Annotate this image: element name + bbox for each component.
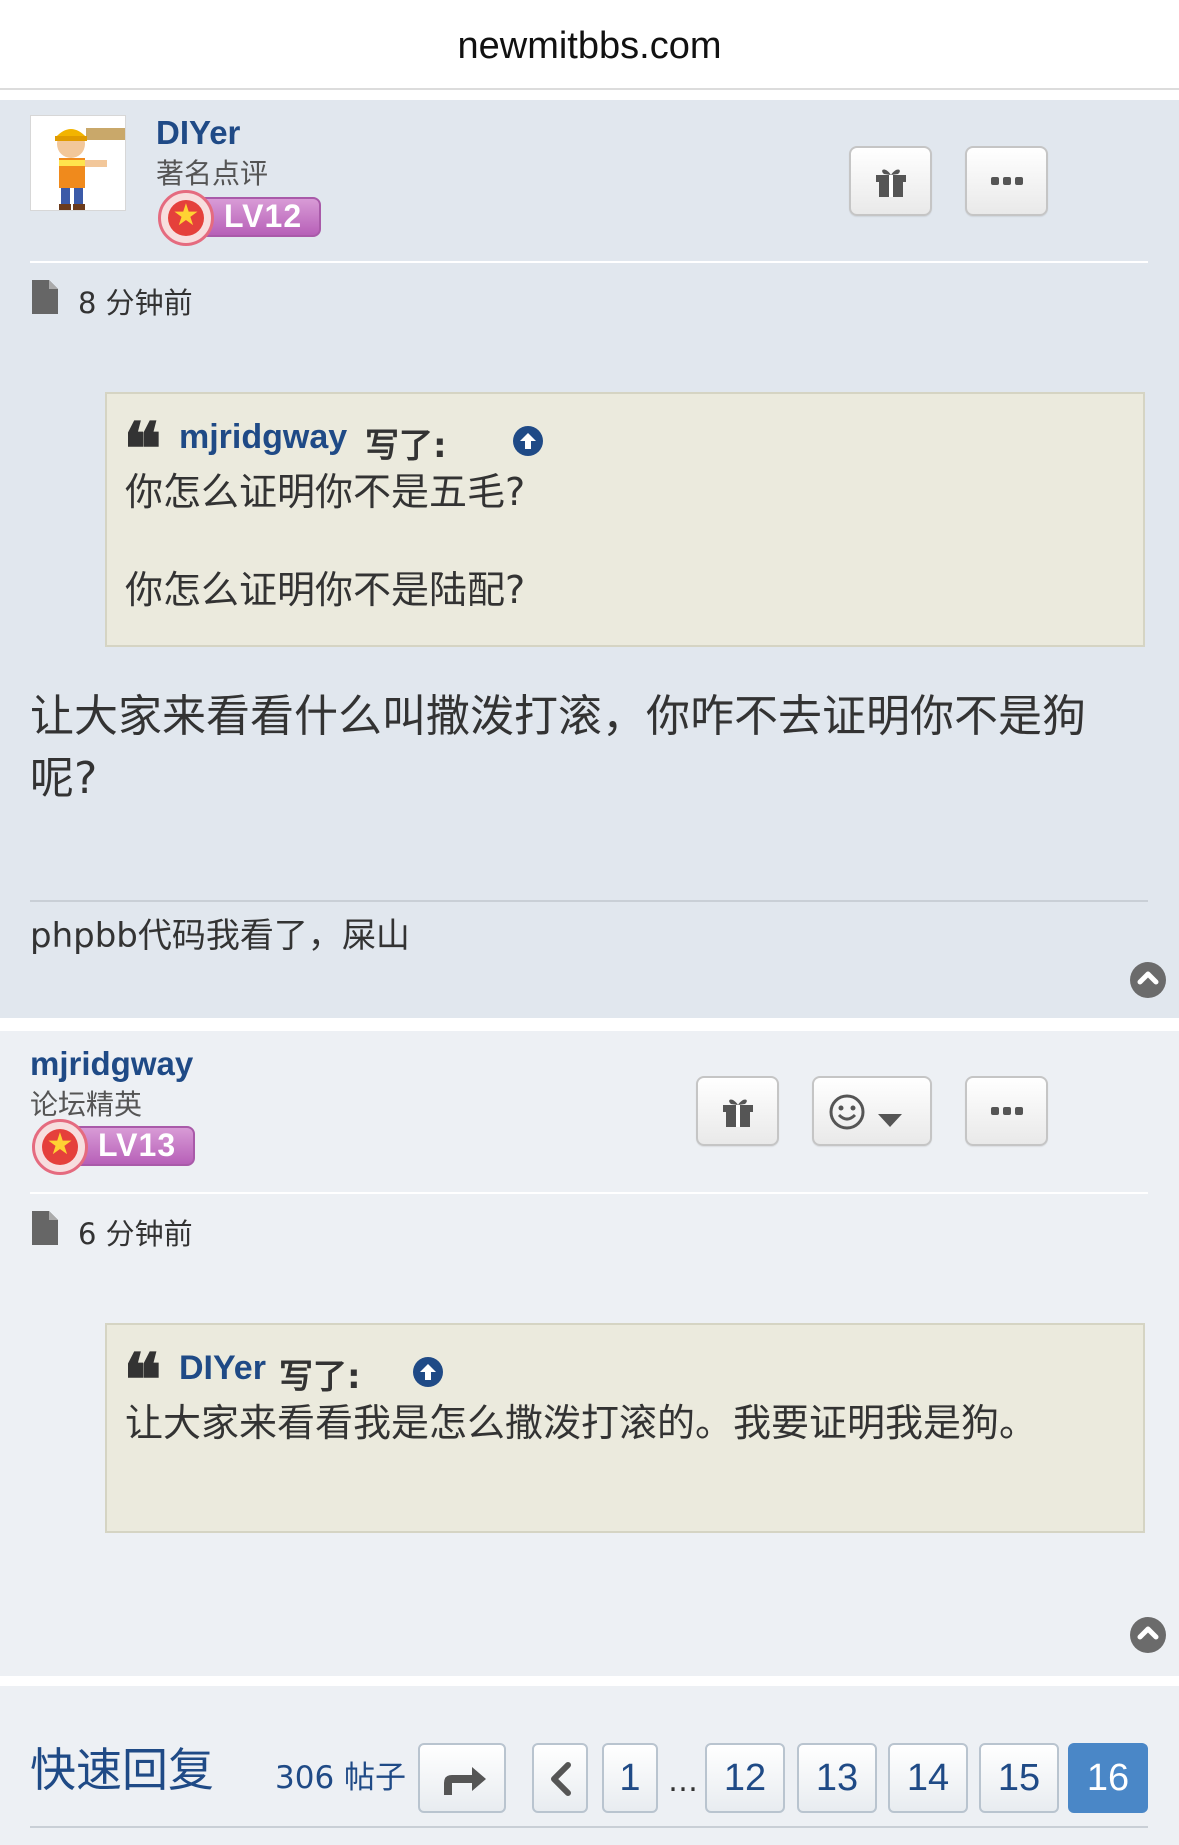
page-link[interactable]: 15 [979, 1743, 1059, 1813]
pagination-ellipsis: … [668, 1764, 698, 1799]
more-button[interactable] [965, 1076, 1048, 1146]
share-forward-icon [444, 1767, 486, 1795]
post: DIYer 著名点评 ★ LV12 8 分钟前 ❝ mjridgway 写了: … [0, 100, 1179, 1018]
quick-reply-link[interactable]: 快速回复 [30, 1734, 214, 1800]
quote-block: ❝ mjridgway 写了: 你怎么证明你不是五毛? 你怎么证明你不是陆配? [105, 392, 1145, 647]
gift-button[interactable] [849, 146, 932, 216]
post-count: 306 帖子 [275, 1760, 407, 1796]
user-rank: 论坛精英 [30, 1088, 143, 1121]
current-page[interactable]: 16 [1068, 1743, 1148, 1813]
quote-wrote: 写了: [279, 1357, 361, 1397]
post-time[interactable]: 6 分钟前 [78, 1211, 193, 1253]
pagination-bar: 快速回复 306 帖子 1 … 12 13 14 15 16 [0, 1686, 1179, 1845]
user-rank: 著名点评 [156, 157, 269, 190]
level-badge: ★ LV12 [158, 190, 321, 246]
page-link[interactable]: 13 [797, 1743, 877, 1813]
url-domain[interactable]: newmitbbs.com [0, 25, 1179, 68]
file-icon [32, 1211, 58, 1245]
quote-line: 让大家来看看我是怎么撒泼打滚的。我要证明我是狗。 [125, 1401, 1038, 1445]
quote-line: 你怎么证明你不是陆配? [125, 568, 526, 612]
arrow-up-circle-icon[interactable] [413, 1357, 443, 1387]
post: mjridgway 论坛精英 ★ LV13 6 分钟前 ❝ DIYer 写了: … [0, 1031, 1179, 1676]
post-author[interactable]: mjridgway [30, 1045, 193, 1083]
gift-icon [876, 169, 906, 197]
chevron-up-circle-icon[interactable] [1130, 1617, 1166, 1653]
quote-author[interactable]: DIYer [179, 1349, 266, 1388]
file-icon [32, 280, 58, 314]
signature: phpbb代码我看了，屎山 [30, 916, 410, 956]
arrow-up-circle-icon[interactable] [513, 426, 543, 456]
header-divider [30, 1192, 1148, 1194]
jump-to-page-button[interactable] [418, 1743, 506, 1813]
gift-icon [723, 1099, 753, 1127]
level-text: LV12 [224, 198, 303, 234]
level-text: LV13 [98, 1127, 177, 1163]
quote-line: 你怎么证明你不是五毛? [125, 470, 526, 514]
reaction-button[interactable] [812, 1076, 932, 1146]
browser-url-bar[interactable]: newmitbbs.com [0, 0, 1179, 90]
post-author[interactable]: DIYer [156, 114, 240, 152]
page-link[interactable]: 14 [888, 1743, 968, 1813]
post-time[interactable]: 8 分钟前 [78, 280, 193, 322]
level-badge: ★ LV13 [32, 1119, 195, 1175]
smiley-icon [829, 1094, 865, 1130]
avatar[interactable] [30, 115, 126, 211]
post-content: 让大家来看看什么叫撒泼打滚，你咋不去证明你不是狗呢? [30, 691, 1086, 804]
chevron-down-icon [878, 1114, 902, 1127]
footer-divider [30, 1826, 1148, 1828]
signature-divider [30, 900, 1148, 902]
page-link[interactable]: 12 [705, 1743, 785, 1813]
page-link[interactable]: 1 [602, 1743, 658, 1813]
more-button[interactable] [965, 146, 1048, 216]
chevron-left-icon [551, 1762, 571, 1796]
prev-page-button[interactable] [532, 1743, 588, 1813]
more-icon [991, 1107, 1023, 1115]
quote-wrote: 写了: [365, 426, 447, 466]
quote-author[interactable]: mjridgway [179, 418, 347, 457]
more-icon [991, 177, 1023, 185]
chevron-up-circle-icon[interactable] [1130, 962, 1166, 998]
header-divider [30, 261, 1148, 263]
gift-button[interactable] [696, 1076, 779, 1146]
quote-block: ❝ DIYer 写了: 让大家来看看我是怎么撒泼打滚的。我要证明我是狗。 [105, 1323, 1145, 1533]
